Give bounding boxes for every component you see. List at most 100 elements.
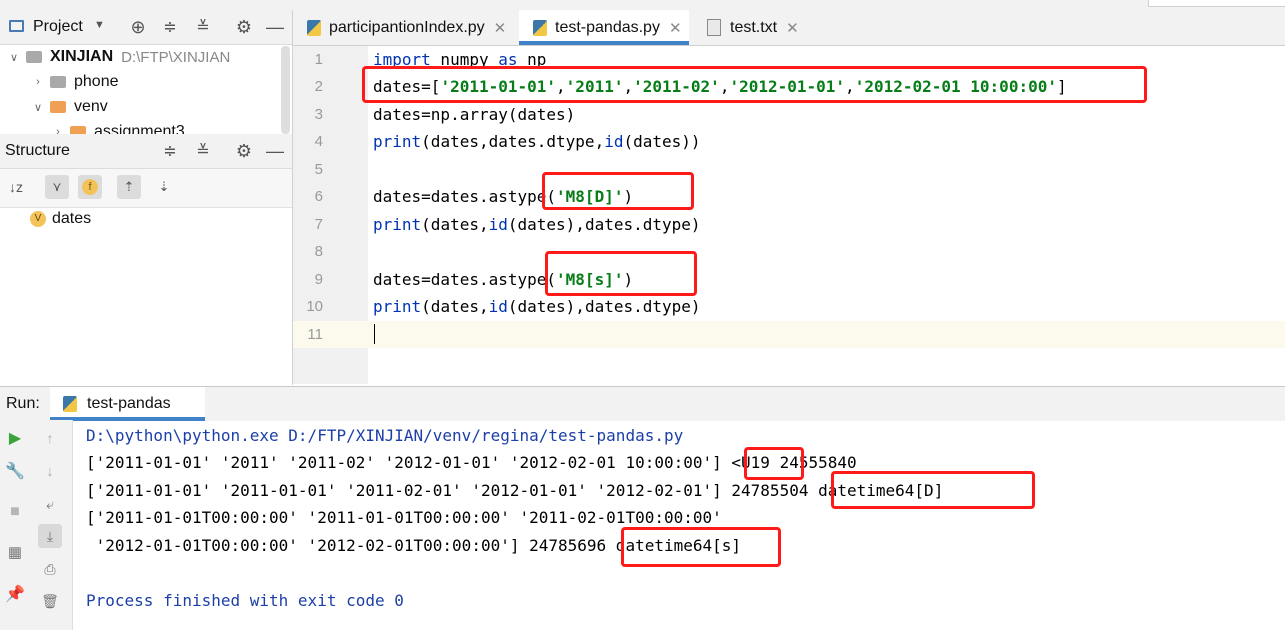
annotation-box <box>545 251 697 296</box>
text-caret <box>374 324 375 344</box>
pin-icon[interactable]: 📌 <box>3 582 27 606</box>
run-toolbar: ▶ 🔧 ■ ▦ 📌 ↑ ↓ ⤶ ⤓ ⎙ 🗑 <box>0 420 73 630</box>
tab-participantionindex[interactable]: participantionIndex.py ✕ <box>307 10 506 45</box>
structure-panel-header: Structure ≑ ≚ ⚙ — <box>0 134 292 169</box>
line-number: 1 <box>314 51 323 68</box>
chevron-down-icon[interactable]: ∨ <box>30 101 46 114</box>
line-number: 6 <box>314 188 323 205</box>
line-number: 5 <box>314 161 323 178</box>
line-number: 7 <box>314 216 323 233</box>
chevron-down-icon[interactable]: ▼ <box>94 19 105 31</box>
left-tool-panel: Project ▼ ⊕ ≑ ≚ ⚙ — ∨ XINJIAN D:\FTP\XIN… <box>0 10 293 385</box>
tree-item-venv[interactable]: ∨ venv <box>30 95 108 119</box>
autoscroll-to-source-icon[interactable]: ⇡ <box>117 175 141 199</box>
chevron-right-icon[interactable]: › <box>50 126 66 134</box>
run-tab-test-pandas[interactable]: test-pandas <box>50 387 205 421</box>
gear-icon[interactable]: ⚙ <box>233 16 255 38</box>
code-line-3: dates=np.array(dates) <box>373 105 576 124</box>
run-tab-label: test-pandas <box>87 395 171 412</box>
line-number: 10 <box>306 298 323 315</box>
code-line-4: print(dates,dates.dtype,id(dates)) <box>373 132 701 151</box>
editor-tab-bar: participantionIndex.py ✕ test-pandas.py … <box>293 10 1285 46</box>
tab-test-txt[interactable]: test.txt ✕ <box>707 10 799 45</box>
structure-toolbar: ↓z ⋎ f ⇡ ⇣ <box>0 169 292 208</box>
project-panel-header: Project ▼ ⊕ ≑ ≚ ⚙ — <box>0 10 292 45</box>
folder-icon <box>26 51 42 63</box>
python-file-icon <box>307 19 321 36</box>
hide-icon[interactable]: — <box>264 140 286 162</box>
close-icon[interactable]: ✕ <box>494 19 507 37</box>
show-inherited-icon[interactable]: ⋎ <box>45 175 69 199</box>
current-line-highlight <box>293 321 1285 348</box>
collapse-all-icon[interactable]: ≚ <box>192 140 214 162</box>
tree-root-xinjian[interactable]: ∨ XINJIAN D:\FTP\XINJIAN <box>6 45 230 69</box>
annotation-box <box>621 527 781 567</box>
chevron-right-icon[interactable]: › <box>30 76 46 88</box>
collapse-all-icon[interactable]: ≚ <box>192 16 214 38</box>
structure-item-label: dates <box>52 210 92 227</box>
layout-icon[interactable]: ▦ <box>3 540 27 564</box>
folder-icon <box>50 76 66 88</box>
search-field-edge[interactable] <box>1148 0 1285 7</box>
arrow-up-icon[interactable]: ↑ <box>38 426 62 450</box>
print-icon[interactable]: ⎙ <box>38 557 62 581</box>
line-number: 2 <box>314 78 323 95</box>
expand-all-icon[interactable]: ≑ <box>159 16 181 38</box>
folder-icon <box>70 126 86 134</box>
python-file-icon <box>63 396 77 412</box>
line-number: 9 <box>314 271 323 288</box>
hide-icon[interactable]: — <box>264 16 286 38</box>
annotation-box <box>831 471 1035 509</box>
console-line-command: D:\python\python.exe D:/FTP/XINJIAN/venv… <box>86 426 684 445</box>
stop-icon[interactable]: ■ <box>3 500 27 524</box>
arrow-down-icon[interactable]: ↓ <box>38 459 62 483</box>
text-file-icon <box>707 19 721 36</box>
code-line-10: print(dates,id(dates),dates.dtype) <box>373 297 701 316</box>
annotation-box <box>744 447 804 480</box>
tab-label: test-pandas.py <box>555 18 660 36</box>
scroll-to-end-icon[interactable]: ⤓ <box>38 524 62 548</box>
tree-clip: › assignment3 <box>0 120 292 134</box>
trash-icon[interactable]: 🗑 <box>38 589 62 613</box>
expand-all-icon[interactable]: ≑ <box>159 140 181 162</box>
autoscroll-from-source-icon[interactable]: ⇣ <box>152 175 176 199</box>
root-folder-name: XINJIAN <box>50 48 114 65</box>
variable-icon: V <box>30 211 46 227</box>
project-panel-title[interactable]: Project <box>33 18 83 36</box>
tab-label: participantionIndex.py <box>329 18 485 36</box>
console-line-exit: Process finished with exit code 0 <box>86 591 404 610</box>
line-number: 3 <box>314 106 323 123</box>
tree-item-assignment3[interactable]: › assignment3 <box>50 120 185 134</box>
line-number: 8 <box>314 243 323 260</box>
code-line-1: import numpy as np <box>373 50 547 66</box>
soft-wrap-icon[interactable]: ⤶ <box>38 492 62 516</box>
rerun-icon[interactable]: ▶ <box>3 426 27 450</box>
tree-scrollbar[interactable] <box>281 46 290 134</box>
code-line-7: print(dates,id(dates),dates.dtype) <box>373 215 701 234</box>
tree-item-label: phone <box>74 73 119 90</box>
chevron-down-icon[interactable]: ∨ <box>6 51 22 64</box>
tab-label: test.txt <box>730 18 778 36</box>
tree-item-phone[interactable]: › phone <box>30 70 119 94</box>
tab-test-pandas[interactable]: test-pandas.py ✕ <box>519 10 689 45</box>
wrench-icon[interactable]: 🔧 <box>3 459 27 483</box>
project-view-icon <box>9 20 24 32</box>
locate-icon[interactable]: ⊕ <box>127 16 149 38</box>
run-panel-header: Run: test-pandas <box>0 386 1285 421</box>
gear-icon[interactable]: ⚙ <box>233 140 255 162</box>
root-folder-path: D:\FTP\XINJIAN <box>121 48 231 66</box>
close-icon[interactable]: ✕ <box>786 19 799 37</box>
python-file-icon <box>533 19 547 36</box>
tree-item-label: assignment3 <box>94 123 185 134</box>
active-tab-indicator <box>519 41 689 45</box>
show-fields-icon[interactable]: f <box>78 175 102 199</box>
close-icon[interactable]: ✕ <box>669 19 682 37</box>
console-line: ['2011-01-01' '2011' '2011-02' '2012-01-… <box>86 453 857 472</box>
line-number: 11 <box>307 326 323 343</box>
sort-alpha-icon[interactable]: ↓z <box>4 175 28 199</box>
active-tab-indicator <box>50 417 205 421</box>
structure-panel-title: Structure <box>5 142 70 159</box>
annotation-box <box>362 66 1147 103</box>
structure-item-dates[interactable]: V dates <box>30 207 91 231</box>
console-line: ['2011-01-01' '2011-01-01' '2011-02-01' … <box>86 481 944 500</box>
